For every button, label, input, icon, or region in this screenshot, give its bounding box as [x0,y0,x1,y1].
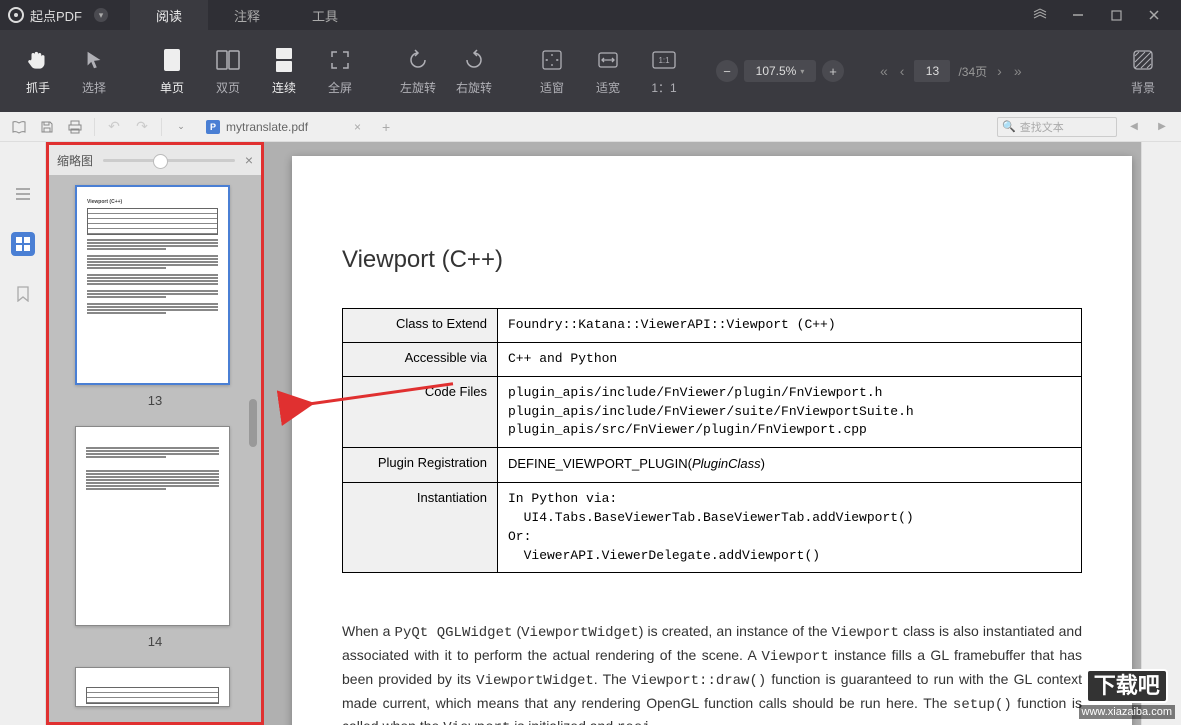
rotate-right-button[interactable]: 右旋转 [448,36,500,106]
double-page-icon [215,47,241,73]
hand-tool-button[interactable]: 抓手 [12,36,64,106]
new-tab-icon[interactable]: + [375,116,397,138]
page-number-input[interactable] [914,60,950,82]
watermark: 下载吧 www.xiazaiba.com [1079,669,1175,719]
double-page-button[interactable]: 双页 [202,36,254,106]
secondary-bar: ↶ ↷ ⌄ P mytranslate.pdf × + 🔍 查找文本 ◀ ▶ [0,112,1181,142]
close-file-icon[interactable]: × [354,120,361,134]
left-rail [0,142,46,725]
table-row: Code Files plugin_apis/include/FnViewer/… [343,376,1082,448]
dropdown-icon[interactable]: ⌄ [170,116,192,138]
pdf-file-icon: P [206,120,220,134]
thumbnail-title: 缩略图 [57,152,93,169]
thumbnail-page[interactable] [75,426,230,626]
content-area: 缩略图 × Viewport (C++) 13 14 [0,142,1181,725]
book-icon[interactable] [8,116,30,138]
file-tab[interactable]: P mytranslate.pdf × [198,120,369,134]
tab-annotate[interactable]: 注释 [208,0,286,30]
main-tabs: 阅读 注释 工具 [130,0,364,30]
window-close-button[interactable] [1135,0,1173,30]
thumbnail-number: 13 [75,393,235,408]
continuous-icon [271,47,297,73]
single-page-button[interactable]: 单页 [146,36,198,106]
background-button[interactable]: 背景 [1117,36,1169,106]
bookmark-icon[interactable] [11,282,35,306]
watermark-logo: 下载吧 [1086,669,1168,703]
zoom-value[interactable]: 107.5%▾ [744,60,816,82]
window-maximize-button[interactable] [1097,0,1135,30]
last-page-button[interactable]: » [1012,63,1024,79]
prev-page-button[interactable]: ‹ [898,63,907,79]
window-settings-icon[interactable] [1021,0,1059,30]
app-logo: 起点PDF ▾ [8,6,108,25]
rotate-left-icon [405,47,431,73]
thumbnail-page[interactable] [75,667,230,707]
page-title: Viewport (C++) [342,246,1082,274]
hand-icon [25,47,51,73]
fit-window-icon [539,47,565,73]
code-files-cell: plugin_apis/include/FnViewer/plugin/FnVi… [498,376,1082,448]
plugin-reg-cell: DEFINE_VIEWPORT_PLUGIN(PluginClass) [498,448,1082,483]
one-to-one-icon: 1:1 [651,47,677,73]
thumbnail-list[interactable]: Viewport (C++) 13 14 [49,175,261,722]
search-icon: 🔍 [1002,120,1016,133]
app-icon [8,7,24,23]
search-input[interactable]: 🔍 查找文本 [997,117,1117,137]
save-icon[interactable] [36,116,58,138]
thumbnail-size-slider[interactable] [103,159,235,162]
thumbnail-page[interactable]: Viewport (C++) [75,185,230,385]
right-rail [1141,142,1181,725]
redo-icon[interactable]: ↷ [131,116,153,138]
continuous-button[interactable]: 连续 [258,36,310,106]
thumbnail-number: 14 [75,634,235,649]
background-icon [1130,47,1156,73]
tab-read[interactable]: 阅读 [130,0,208,30]
one-to-one-button[interactable]: 1:1 1：1 [638,36,690,106]
table-row: Plugin Registration DEFINE_VIEWPORT_PLUG… [343,448,1082,483]
thumbnail-panel: 缩略图 × Viewport (C++) 13 14 [46,142,264,725]
zoom-out-button[interactable]: − [716,60,738,82]
thumbnail-header: 缩略图 × [49,145,261,175]
thumbnail-scrollbar[interactable] [249,179,257,716]
document-viewport[interactable]: Viewport (C++) Class to Extend Foundry::… [264,142,1141,725]
info-table: Class to Extend Foundry::Katana::ViewerA… [342,308,1082,573]
instantiation-cell: In Python via: UI4.Tabs.BaseViewerTab.Ba… [498,483,1082,573]
search-prev-icon[interactable]: ◀ [1123,116,1145,138]
first-page-button[interactable]: « [878,63,890,79]
file-name: mytranslate.pdf [226,120,308,134]
search-next-icon[interactable]: ▶ [1151,116,1173,138]
fullscreen-icon [327,47,353,73]
undo-icon[interactable]: ↶ [103,116,125,138]
fit-width-button[interactable]: 适宽 [582,36,634,106]
svg-text:1:1: 1:1 [658,56,670,65]
fullscreen-button[interactable]: 全屏 [314,36,366,106]
table-row: Class to Extend Foundry::Katana::ViewerA… [343,309,1082,343]
toolbar: 抓手 选择 单页 双页 连续 全屏 左旋转 右旋转 适窗 适宽 1:1 1：1 [0,30,1181,112]
table-row: Accessible via C++ and Python [343,342,1082,376]
print-icon[interactable] [64,116,86,138]
page-total-label: /34页 [958,63,987,80]
thumbnail-close-icon[interactable]: × [245,152,253,168]
fit-window-button[interactable]: 适窗 [526,36,578,106]
table-row: Instantiation In Python via: UI4.Tabs.Ba… [343,483,1082,573]
outline-icon[interactable] [11,182,35,206]
rotate-right-icon [461,47,487,73]
next-page-button[interactable]: › [995,63,1004,79]
zoom-in-button[interactable]: + [822,60,844,82]
fit-width-icon [595,47,621,73]
body-paragraph: When a PyQt QGLWidget (ViewportWidget) i… [342,621,1082,725]
document-page: Viewport (C++) Class to Extend Foundry::… [292,156,1132,725]
tab-tools[interactable]: 工具 [286,0,364,30]
single-page-icon [159,47,185,73]
zoom-control: − 107.5%▾ + [716,60,844,82]
app-menu-chevron-icon[interactable]: ▾ [94,8,108,22]
rotate-left-button[interactable]: 左旋转 [392,36,444,106]
page-navigation: « ‹ /34页 › » [878,60,1024,82]
watermark-url: www.xiazaiba.com [1079,705,1175,719]
app-title: 起点PDF [30,6,82,25]
select-tool-button[interactable]: 选择 [68,36,120,106]
thumbnails-icon[interactable] [11,232,35,256]
cursor-icon [81,47,107,73]
window-minimize-button[interactable] [1059,0,1097,30]
